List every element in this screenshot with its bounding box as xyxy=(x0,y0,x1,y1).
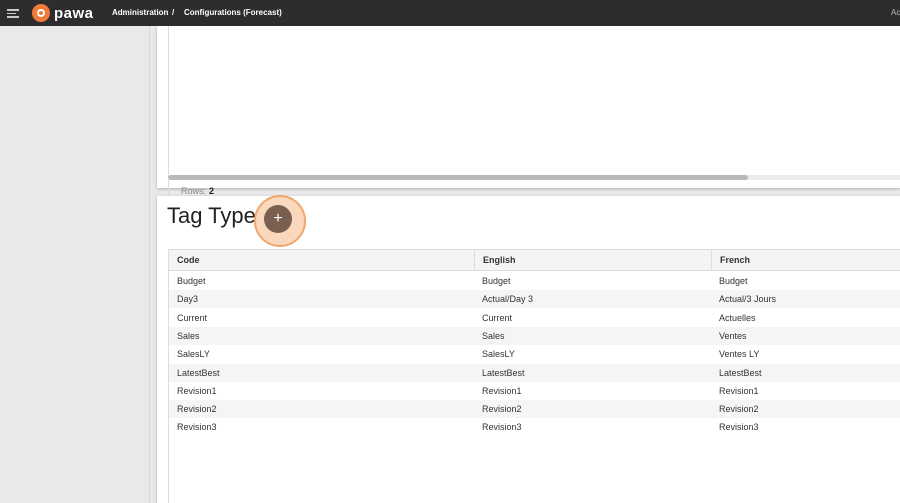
column-header-code[interactable]: Code xyxy=(169,250,474,271)
cell-french: Budget xyxy=(719,276,748,286)
cell-french: Revision3 xyxy=(719,422,759,433)
tag-type-panel: Tag Type + Code English French Budget Bud… xyxy=(157,195,900,503)
add-tag-type-button[interactable]: + xyxy=(264,205,292,233)
cell-french: Actuelles xyxy=(719,312,756,323)
table-row[interactable]: Sales Sales Ventes xyxy=(169,326,900,345)
cell-english: Budget xyxy=(482,276,511,286)
table-row[interactable]: Revision3 Revision3 Revision3 xyxy=(169,418,900,436)
cell-code: Current xyxy=(177,312,208,323)
cell-code: Day3 xyxy=(177,294,199,305)
cell-english: Revision1 xyxy=(482,385,522,396)
rows-count: 2 xyxy=(209,186,215,196)
app-logo[interactable]: pawa xyxy=(32,4,94,22)
cell-english: SalesLY xyxy=(482,349,515,360)
cell-code: Revision1 xyxy=(177,385,217,396)
column-header-english[interactable]: English xyxy=(474,250,711,271)
cell-french: Revision2 xyxy=(719,404,759,415)
cell-english: Revision2 xyxy=(482,404,522,415)
user-menu[interactable]: Ac xyxy=(891,8,900,17)
previous-grid-panel: Rows: 2 xyxy=(157,26,900,204)
table-row[interactable]: LatestBest LatestBest LatestBest xyxy=(169,363,900,382)
cell-french: LatestBest xyxy=(719,367,762,378)
cell-english: Sales xyxy=(482,330,505,341)
tag-type-grid: Code English French Budget Budget Budget Da… xyxy=(168,249,900,503)
table-row[interactable]: Revision1 Revision1 Revision1 xyxy=(169,382,900,400)
table-row[interactable]: SalesLY SalesLY Ventes LY xyxy=(169,345,900,363)
previous-grid-body xyxy=(168,26,900,178)
column-header-french[interactable]: French xyxy=(711,250,900,271)
cell-french: Actual/3 Jours xyxy=(719,294,777,305)
section-title: Tag Type xyxy=(167,203,256,228)
breadcrumb-separator: / xyxy=(172,8,175,17)
brand-name: pawa xyxy=(54,4,94,22)
breadcrumb-administration[interactable]: Administration xyxy=(112,8,168,17)
table-row[interactable]: Revision2 Revision2 Revision2 xyxy=(169,400,900,419)
table-row[interactable]: Current Current Actuelles xyxy=(169,309,900,327)
table-row[interactable]: Budget Budget Budget xyxy=(169,272,900,290)
hamburger-menu-icon[interactable] xyxy=(7,9,19,18)
cell-french: Ventes LY xyxy=(719,349,760,360)
cell-english: Current xyxy=(482,312,513,323)
cell-code: Budget xyxy=(177,276,206,286)
cell-code: SalesLY xyxy=(177,349,210,360)
cell-english: Revision3 xyxy=(482,422,522,433)
top-bar: pawa Administration / Configurations (Fo… xyxy=(0,0,900,26)
cell-english: LatestBest xyxy=(482,367,525,378)
cell-code: Revision2 xyxy=(177,404,217,415)
cell-code: Sales xyxy=(177,330,200,341)
cell-code: Revision3 xyxy=(177,422,217,433)
pawa-logo-icon xyxy=(32,4,50,22)
sidebar xyxy=(0,26,150,503)
rows-label: Rows: xyxy=(181,186,207,196)
cell-english: Actual/Day 3 xyxy=(482,294,534,305)
cell-french: Revision1 xyxy=(719,385,759,396)
table-row[interactable]: Day3 Actual/Day 3 Actual/3 Jours xyxy=(169,290,900,309)
cell-code: LatestBest xyxy=(177,367,220,378)
grid-header: Code English French xyxy=(169,250,900,271)
cell-french: Ventes xyxy=(719,330,747,341)
breadcrumb-configurations: Configurations (Forecast) xyxy=(184,8,282,17)
